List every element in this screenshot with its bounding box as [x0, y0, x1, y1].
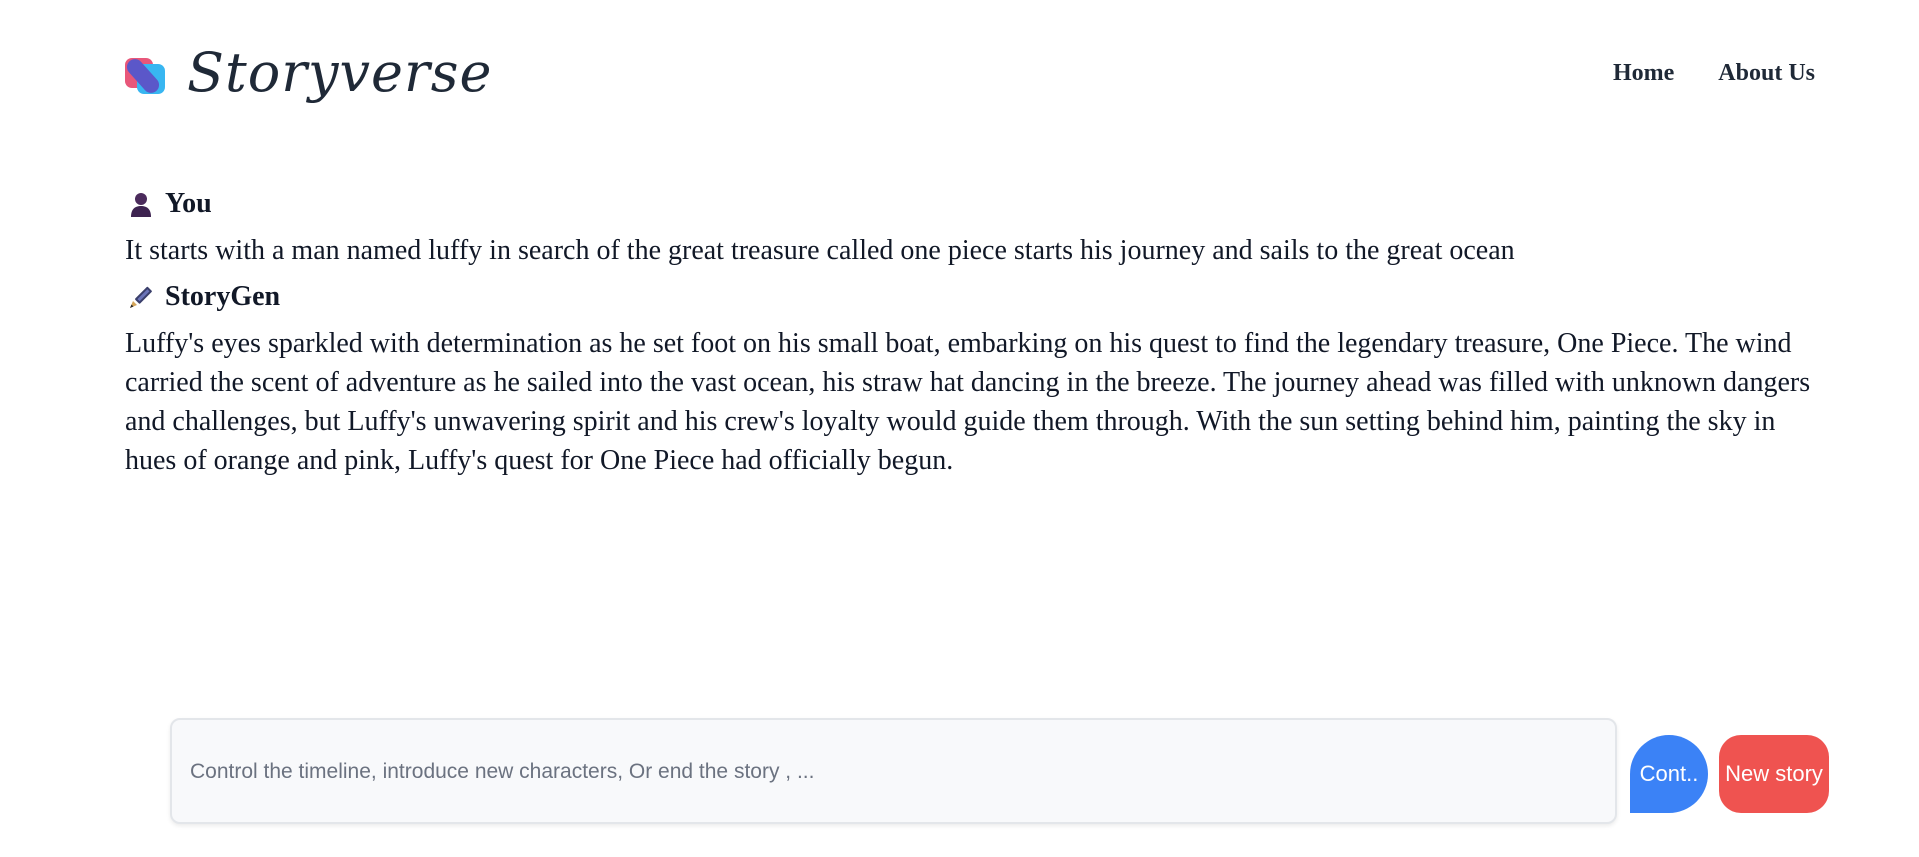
speaker-user-name: You: [165, 188, 212, 219]
story-prompt-box: [170, 718, 1617, 824]
main-nav: Home About Us: [1613, 38, 1815, 108]
user-message: It starts with a man named luffy in sear…: [125, 235, 1515, 266]
storyverse-logo-icon: [123, 50, 167, 97]
speaker-storygen: StoryGen: [125, 278, 1815, 316]
site-header: Storyverse Home About Us: [123, 38, 1815, 108]
story-prompt-input[interactable]: [188, 720, 1592, 824]
brand[interactable]: Storyverse: [123, 38, 493, 108]
user-silhouette-icon: [125, 188, 157, 220]
speaker-storygen-name: StoryGen: [165, 281, 281, 312]
brand-name: Storyverse: [187, 41, 493, 104]
speaker-user: You: [125, 185, 1815, 223]
nav-about-link[interactable]: About Us: [1718, 60, 1815, 87]
pen-nib-icon: [125, 281, 157, 313]
storygen-message: Luffy's eyes sparkled with determination…: [125, 328, 1811, 476]
nav-home-link[interactable]: Home: [1613, 60, 1674, 87]
continue-button[interactable]: Cont..: [1630, 735, 1708, 813]
story-conversation: You It starts with a man named luffy in …: [125, 185, 1815, 488]
new-story-button[interactable]: New story: [1719, 735, 1829, 813]
